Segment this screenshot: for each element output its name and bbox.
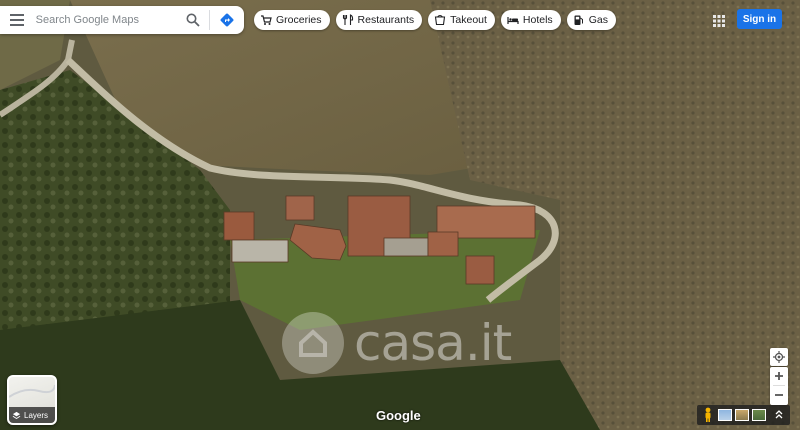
- map-thumbnail: [9, 384, 55, 398]
- imagery-thumbnail-3[interactable]: [752, 409, 766, 421]
- sign-in-button[interactable]: Sign in: [737, 9, 782, 29]
- bottom-controls-bar: [697, 405, 790, 425]
- imagery-thumbnail-2[interactable]: [735, 409, 749, 421]
- zoom-controls: [770, 367, 788, 405]
- layers-button[interactable]: Layers: [7, 375, 57, 425]
- google-logo: Google: [376, 408, 421, 423]
- chip-gas[interactable]: Gas: [566, 10, 616, 30]
- pegman-icon[interactable]: [701, 407, 715, 423]
- search-button[interactable]: [182, 6, 206, 34]
- takeout-icon: [435, 15, 446, 26]
- bed-icon: [507, 17, 519, 24]
- plus-icon: [775, 372, 783, 380]
- chip-label: Restaurants: [357, 14, 415, 26]
- satellite-map[interactable]: [0, 0, 800, 430]
- search-box: [0, 6, 244, 34]
- chip-label: Groceries: [276, 14, 322, 26]
- hamburger-menu-icon: [9, 14, 24, 26]
- chip-label: Takeout: [450, 14, 487, 26]
- chip-label: Hotels: [522, 14, 553, 26]
- search-divider: [209, 10, 211, 30]
- layers-icon: [12, 411, 21, 419]
- chip-restaurants[interactable]: Restaurants: [335, 10, 423, 30]
- location-target-icon: [773, 351, 785, 363]
- chip-hotels[interactable]: Hotels: [500, 10, 561, 30]
- search-input[interactable]: [31, 8, 182, 32]
- directions-button[interactable]: [214, 6, 240, 34]
- cart-icon: [261, 15, 272, 25]
- expand-chevron-icon[interactable]: [772, 407, 786, 423]
- category-chips: Groceries Restaurants Takeout Hotels Gas: [254, 10, 616, 30]
- my-location-button[interactable]: [770, 348, 788, 366]
- chip-takeout[interactable]: Takeout: [428, 10, 495, 30]
- zoom-in-button[interactable]: [770, 367, 788, 385]
- gas-pump-icon: [574, 15, 583, 25]
- chip-groceries[interactable]: Groceries: [254, 10, 330, 30]
- apps-grid-icon: [713, 15, 725, 27]
- layers-label: Layers: [24, 410, 49, 420]
- layers-label-bar: Layers: [9, 407, 55, 423]
- directions-icon: [220, 13, 234, 27]
- search-icon: [186, 13, 201, 27]
- minus-icon: [775, 394, 783, 396]
- zoom-out-button[interactable]: [770, 386, 788, 404]
- imagery-thumbnail-1[interactable]: [718, 409, 732, 421]
- menu-button[interactable]: [2, 6, 32, 34]
- chip-label: Gas: [588, 14, 608, 26]
- fork-knife-icon: [342, 14, 353, 25]
- google-apps-button[interactable]: [710, 12, 728, 30]
